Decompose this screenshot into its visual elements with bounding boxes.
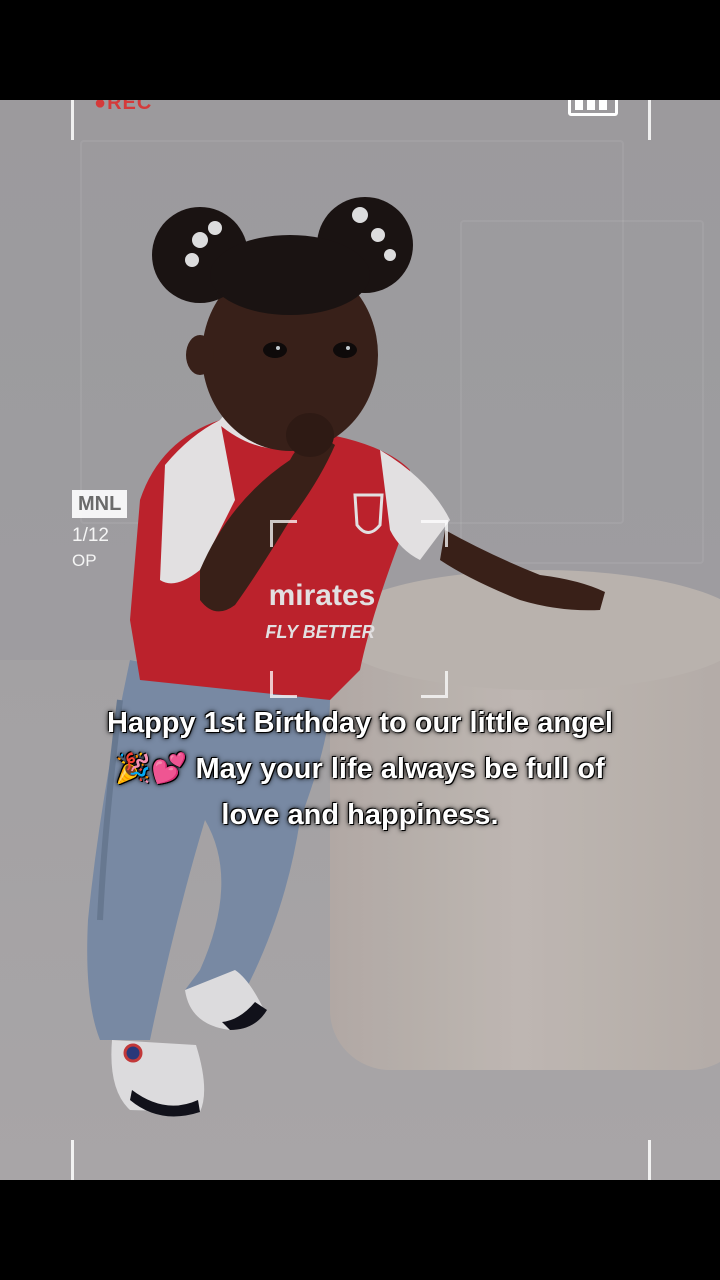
focus-bracket-icon (270, 520, 448, 698)
party-heart-emoji: 🎉💕 (115, 753, 188, 785)
format-badge: MNL (72, 490, 128, 518)
viewfinder-tick (648, 1140, 651, 1180)
frame-counter: 1/12 (72, 525, 109, 546)
viewfinder-tick (71, 1140, 74, 1180)
photo-scene: mirates FLY BETTER ●REC MNL 1/12 OP Happ… (0, 100, 720, 1180)
mode-label: OP (72, 551, 97, 570)
caption-text: Happy 1st Birthday to our little angel 🎉… (60, 700, 660, 838)
caption-line-2-text: May your life always be full of (195, 753, 605, 785)
caption-line-2: 🎉💕 May your life always be full of (60, 746, 660, 792)
bottom-letterbox (0, 1180, 720, 1280)
rec-indicator: ●REC (94, 100, 153, 114)
battery-icon (568, 100, 618, 116)
caption-line-1: Happy 1st Birthday to our little angel (107, 707, 613, 739)
top-letterbox (0, 0, 720, 100)
caption-line-3: love and happiness. (221, 799, 499, 831)
viewfinder-tick (71, 100, 74, 140)
viewfinder-tick (648, 100, 651, 140)
